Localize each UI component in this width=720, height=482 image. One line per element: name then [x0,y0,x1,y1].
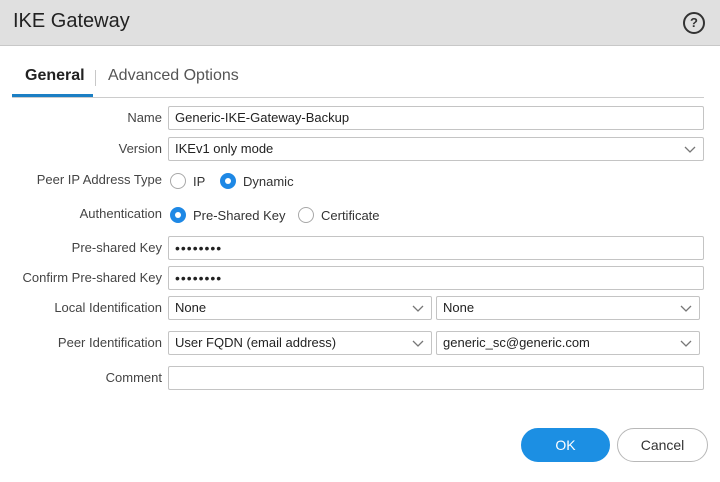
select-value: None [443,300,475,315]
radio-label: Dynamic [243,173,294,189]
pre-shared-key-input[interactable]: •••••••• [168,236,704,260]
name-input[interactable]: Generic-IKE-Gateway-Backup [168,106,704,130]
pre-shared-key-label: Pre-shared Key [71,240,162,255]
local-identification-value-select[interactable]: None [436,296,700,320]
tab-bar: General Advanced Options [12,58,704,98]
select-value: generic_sc@generic.com [443,335,590,350]
chevron-down-icon [412,340,424,347]
select-value: User FQDN (email address) [175,335,337,350]
help-icon[interactable]: ? [683,12,705,34]
chevron-down-icon [684,146,696,153]
radio-on-icon [170,207,186,223]
local-identification-type-select[interactable]: None [168,296,432,320]
radio-label: Certificate [321,207,380,223]
peer-ip-type-label: Peer IP Address Type [36,172,162,187]
authentication-certificate-radio[interactable]: Certificate [298,207,380,223]
radio-label: Pre-Shared Key [193,207,286,223]
radio-on-icon [220,173,236,189]
peer-ip-type-dynamic-radio[interactable]: Dynamic [220,173,294,189]
peer-identification-label: Peer Identification [57,335,162,350]
peer-ip-type-ip-radio[interactable]: IP [170,173,205,189]
name-label: Name [127,110,162,125]
tab-separator [95,70,96,86]
confirm-pre-shared-key-label: Confirm Pre-shared Key [22,270,162,285]
peer-identification-value-select[interactable]: generic_sc@generic.com [436,331,700,355]
comment-label: Comment [105,370,162,385]
chevron-down-icon [412,305,424,312]
tab-advanced-options[interactable]: Advanced Options [108,67,239,85]
radio-off-icon [170,173,186,189]
dialog-title: IKE Gateway [13,10,130,32]
confirm-pre-shared-key-input[interactable]: •••••••• [168,266,704,290]
radio-off-icon [298,207,314,223]
active-tab-indicator [12,94,93,97]
tab-general[interactable]: General [25,67,85,85]
peer-identification-type-select[interactable]: User FQDN (email address) [168,331,432,355]
comment-input[interactable] [168,366,704,390]
chevron-down-icon [680,305,692,312]
select-value: None [175,300,207,315]
authentication-label: Authentication [79,206,162,221]
cancel-button[interactable]: Cancel [617,428,708,462]
ok-button[interactable]: OK [521,428,610,462]
authentication-pre-shared-key-radio[interactable]: Pre-Shared Key [170,207,286,223]
chevron-down-icon [680,340,692,347]
local-identification-label: Local Identification [54,300,162,315]
radio-label: IP [193,173,206,189]
dialog-titlebar: IKE Gateway ? [0,0,720,46]
version-select[interactable]: IKEv1 only mode [168,137,704,161]
version-label: Version [118,141,162,156]
version-select-value: IKEv1 only mode [175,141,274,156]
